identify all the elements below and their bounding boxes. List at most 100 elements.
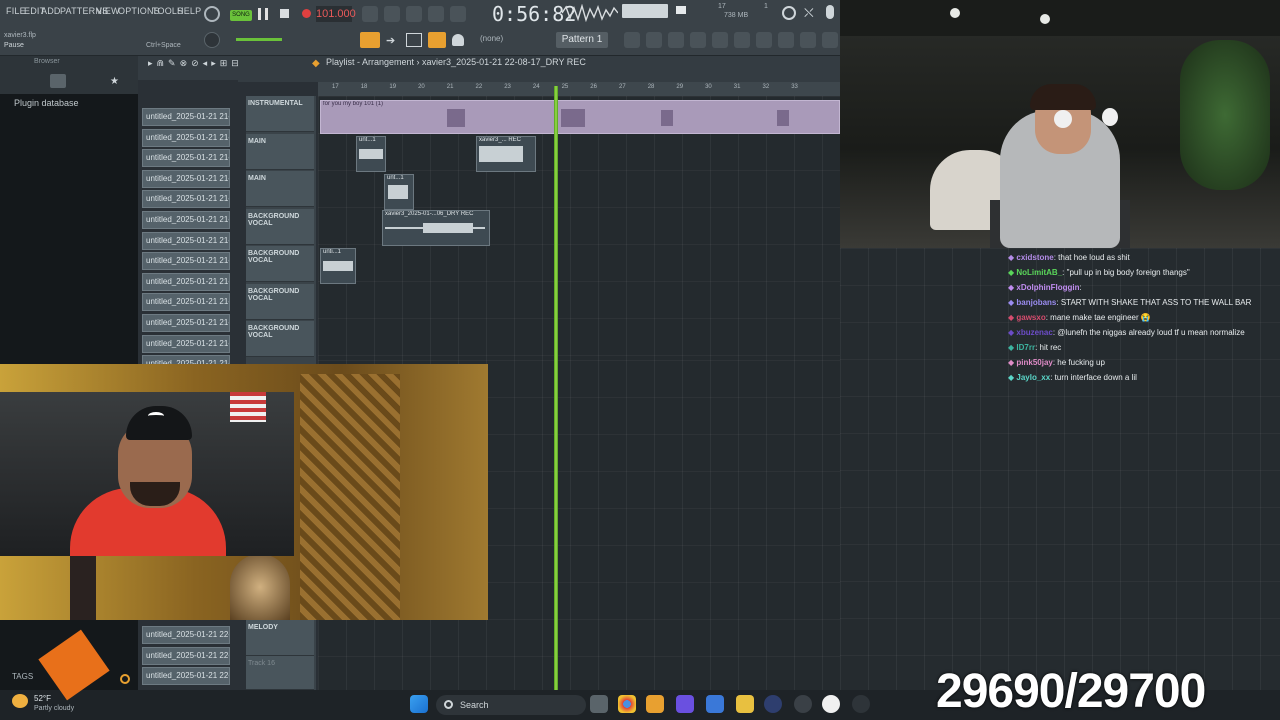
discord-icon[interactable] <box>676 695 694 713</box>
obs-icon[interactable] <box>764 695 782 713</box>
search-icon[interactable] <box>120 674 130 684</box>
project-info-icon[interactable] <box>800 32 816 48</box>
snap-icon[interactable] <box>360 32 380 48</box>
channel-item[interactable]: untitled_2025-01-21 21- <box>142 334 230 353</box>
piano-roll-icon[interactable] <box>646 32 662 48</box>
fl-studio-icon[interactable] <box>646 695 664 713</box>
menu-add[interactable]: ADD <box>41 6 61 16</box>
channel-item[interactable]: untitled_2025-01-21 21- <box>142 108 230 126</box>
chat-text: that hoe loud as shit <box>1058 253 1130 262</box>
plugin-database-item[interactable]: Plugin database <box>14 98 79 108</box>
refresh-icon[interactable] <box>782 6 796 20</box>
wait-input-icon[interactable] <box>450 6 466 22</box>
link-icon[interactable] <box>428 32 446 48</box>
chrome-icon[interactable] <box>618 695 636 713</box>
channel-item[interactable]: untitled_2025-01-21 21- <box>142 252 230 271</box>
channel-item[interactable]: untitled_2025-01-21 21- <box>142 169 230 188</box>
chat-username[interactable]: gawsxo <box>1016 313 1045 322</box>
windows-start-icon[interactable] <box>410 695 428 713</box>
channel-item[interactable]: untitled_2025-01-21 22- <box>142 646 230 665</box>
mixer-icon[interactable] <box>690 32 706 48</box>
track-header-16[interactable]: Track 16 <box>246 656 314 690</box>
search-icon <box>444 700 453 709</box>
playhead-marker[interactable] <box>554 86 558 690</box>
track-header[interactable]: MAIN <box>246 171 314 207</box>
track-header[interactable]: INSTRUMENTAL <box>246 96 314 132</box>
channel-item[interactable]: untitled_2025-01-21 21- <box>142 211 230 229</box>
weather-icon[interactable] <box>12 694 28 708</box>
plugin-picker-icon[interactable] <box>756 32 772 48</box>
task-view-icon[interactable] <box>590 695 608 713</box>
chat-username[interactable]: xDolphinFloggin <box>1016 283 1079 292</box>
metronome-icon[interactable] <box>204 6 220 22</box>
track-header-melody[interactable]: MELODY <box>246 620 314 656</box>
playlist-arrow-icon[interactable]: ◆ <box>312 58 320 69</box>
master-volume-slider[interactable] <box>236 38 282 41</box>
channel-item[interactable]: untitled_2025-01-21 21- <box>142 149 230 168</box>
record-icon[interactable] <box>302 9 311 18</box>
clip-audio-5[interactable]: unti...1 <box>320 248 356 284</box>
channel-rack-icon[interactable] <box>668 32 684 48</box>
clip-instrumental[interactable]: for you my boy 101 (1) <box>320 100 840 134</box>
microphone-icon[interactable] <box>826 5 834 19</box>
media-player-icon[interactable] <box>852 695 870 713</box>
channel-item[interactable]: untitled_2025-01-21 21- <box>142 272 230 291</box>
chat-username[interactable]: banjobans <box>1016 298 1056 307</box>
star-icon[interactable]: ★ <box>110 76 119 87</box>
channel-item[interactable]: untitled_2025-01-21 21- <box>142 231 230 250</box>
online-icon[interactable] <box>822 32 838 48</box>
chat-username[interactable]: NoLimitAB_ <box>1016 268 1062 277</box>
chat-username[interactable]: cxidstone <box>1016 253 1053 262</box>
track-header[interactable]: BACKGROUND VOCAL <box>246 321 314 357</box>
loop-record-icon[interactable] <box>384 6 400 22</box>
track-header[interactable]: BACKGROUND VOCAL <box>246 208 314 245</box>
blend-notes-icon[interactable] <box>428 6 444 22</box>
channel-item[interactable]: untitled_2025-01-21 21- <box>142 128 230 147</box>
chat-username[interactable]: lD7rr <box>1016 343 1035 352</box>
step-edit-icon[interactable] <box>362 6 378 22</box>
channel-item[interactable]: untitled_2025-01-21 22- <box>142 667 230 686</box>
playlist-tools[interactable]: ▸⋒✎⊗⊘◂▸⊞⊟ <box>148 58 298 70</box>
app-icon[interactable] <box>794 695 812 713</box>
channel-item[interactable]: untitled_2025-01-21 21- <box>142 314 230 332</box>
tempo-display[interactable]: 101.000 <box>316 6 356 22</box>
browser-toggle-icon[interactable] <box>734 32 750 48</box>
clip-audio-1[interactable]: unt...1 <box>356 136 386 172</box>
menu-file[interactable]: FILE <box>6 6 26 16</box>
plugin-icon[interactable]: ⛌ <box>804 5 814 21</box>
clip-audio-4[interactable]: xavier3_2025-01-...06_DRY REC <box>382 210 490 246</box>
taskbar-search[interactable]: Search <box>436 695 586 715</box>
store-icon[interactable] <box>706 695 724 713</box>
chat-username[interactable]: Jaylo_xx <box>1016 373 1050 382</box>
track-header[interactable]: BACKGROUND VOCAL <box>246 246 314 282</box>
pause-icon[interactable] <box>258 8 268 20</box>
file-explorer-icon[interactable] <box>736 695 754 713</box>
playlist-window-icon[interactable] <box>624 32 640 48</box>
channel-item[interactable]: untitled_2025-01-21 21- <box>142 293 230 312</box>
chat-username[interactable]: pink50jay <box>1016 358 1052 367</box>
track-header[interactable]: MAIN <box>246 133 314 170</box>
track-header[interactable]: BACKGROUND VOCAL <box>246 283 314 320</box>
channel-item[interactable]: untitled_2025-01-21 21- <box>142 190 230 209</box>
clip-audio-3[interactable]: unt...1 <box>384 174 414 210</box>
channel-settings-icon[interactable] <box>712 32 728 48</box>
pattern-selector[interactable]: Pattern 1 <box>556 32 608 48</box>
clip-audio-2[interactable]: xavier3_... REC <box>476 136 536 172</box>
master-pitch-knob[interactable] <box>204 32 220 48</box>
bell-icon[interactable] <box>452 34 464 46</box>
menu-view[interactable]: VIEW <box>96 6 120 16</box>
playlist-icon[interactable] <box>406 33 422 47</box>
stop-icon[interactable] <box>280 9 289 18</box>
song-mode-toggle[interactable]: SONG <box>230 10 252 21</box>
countdown-icon[interactable] <box>406 6 422 22</box>
arrow-icon[interactable]: ➔ <box>386 34 395 47</box>
chat-username[interactable]: xbuzenac <box>1016 328 1052 337</box>
channel-item[interactable]: untitled_2025-01-21 22- <box>142 626 230 644</box>
channel-select[interactable]: (none) <box>480 34 503 43</box>
weather-temp[interactable]: 52°F <box>34 694 51 703</box>
touch-keyboard-icon[interactable] <box>778 32 794 48</box>
music-app-icon[interactable] <box>822 695 840 713</box>
menu-help[interactable]: HELP <box>177 6 201 16</box>
browser-tool-icon[interactable] <box>50 74 66 88</box>
weather-desc[interactable]: Partly cloudy <box>34 705 74 712</box>
